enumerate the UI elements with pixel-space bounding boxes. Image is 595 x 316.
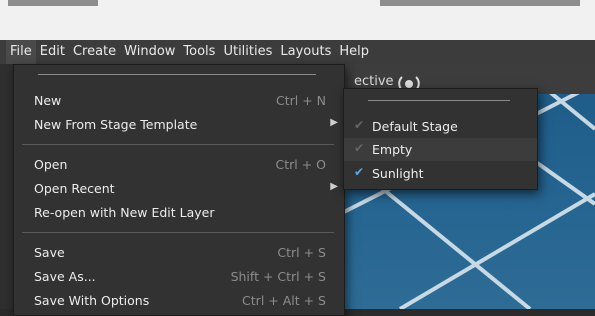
menu-tearoff[interactable]: [368, 100, 510, 101]
submenu-item-empty[interactable]: ✔ Empty: [344, 138, 537, 161]
menu-item-save-with-options[interactable]: Save With Options Ctrl + Alt + S: [14, 289, 344, 313]
menu-create[interactable]: Create: [69, 40, 120, 64]
menu-item-save[interactable]: Save Ctrl + S: [14, 241, 344, 265]
menu-item-label: Open: [34, 157, 68, 172]
menu-item-shortcut: Ctrl + S: [277, 245, 326, 260]
menu-item-label: Save With Options: [34, 293, 150, 308]
menu-item-shortcut: Ctrl + O: [275, 157, 326, 172]
window-title-strip: [0, 0, 595, 41]
submenu-arrow-icon: ▶: [330, 117, 338, 128]
menu-item-label: Open Recent: [34, 181, 115, 196]
menu-layouts[interactable]: Layouts: [276, 40, 335, 64]
menu-item-label: Save: [34, 245, 65, 260]
menu-item-open[interactable]: Open Ctrl + O: [14, 153, 344, 177]
menu-item-label: New From Stage Template: [34, 117, 198, 132]
menu-item-label: Re-open with New Edit Layer: [34, 205, 215, 220]
menu-edit[interactable]: Edit: [36, 40, 69, 64]
check-icon: ✔: [354, 118, 365, 132]
file-menu: New Ctrl + N New From Stage Template ▶ O…: [13, 64, 345, 316]
menu-item-shortcut: Shift + Ctrl + S: [230, 269, 326, 284]
submenu-arrow-icon: ▶: [330, 181, 338, 192]
menu-item-label: New: [34, 93, 62, 108]
menu-item-open-recent[interactable]: Open Recent ▶: [14, 177, 344, 201]
menu-item-shortcut: Ctrl + N: [275, 93, 326, 108]
check-icon: ✔: [354, 165, 365, 179]
title-ghost-text-right: [380, 0, 580, 6]
left-panel-edge: [0, 64, 14, 309]
menu-file[interactable]: File: [6, 40, 36, 64]
menu-separator: [22, 144, 334, 145]
menu-item-new-from-stage-template[interactable]: New From Stage Template ▶: [14, 113, 344, 137]
menu-item-new[interactable]: New Ctrl + N: [14, 89, 344, 113]
menu-item-shortcut: Ctrl + Alt + S: [242, 293, 326, 308]
submenu-item-label: Sunlight: [372, 166, 424, 181]
menu-separator: [22, 232, 334, 233]
menu-tools[interactable]: Tools: [179, 40, 219, 64]
menu-item-label: Save As...: [34, 269, 96, 284]
submenu-item-default-stage[interactable]: ✔ Default Stage: [344, 115, 537, 138]
stage-template-submenu: ✔ Default Stage ✔ Empty ✔ Sunlight: [343, 88, 538, 190]
menu-help[interactable]: Help: [335, 40, 373, 64]
menu-bar: File Edit Create Window Tools Utilities …: [0, 40, 595, 64]
camera-label[interactable]: ective: [354, 74, 394, 89]
submenu-item-label: Default Stage: [372, 119, 458, 134]
menu-tearoff[interactable]: [38, 74, 316, 75]
submenu-item-label: Empty: [372, 142, 413, 157]
check-icon: ✔: [354, 141, 365, 155]
title-ghost-text: [8, 0, 98, 6]
menu-item-reopen-new-edit-layer[interactable]: Re-open with New Edit Layer: [14, 201, 344, 225]
menu-item-save-as[interactable]: Save As... Shift + Ctrl + S: [14, 265, 344, 289]
menu-window[interactable]: Window: [120, 40, 179, 64]
submenu-item-sunlight[interactable]: ✔ Sunlight: [344, 162, 537, 185]
menu-utilities[interactable]: Utilities: [219, 40, 276, 64]
